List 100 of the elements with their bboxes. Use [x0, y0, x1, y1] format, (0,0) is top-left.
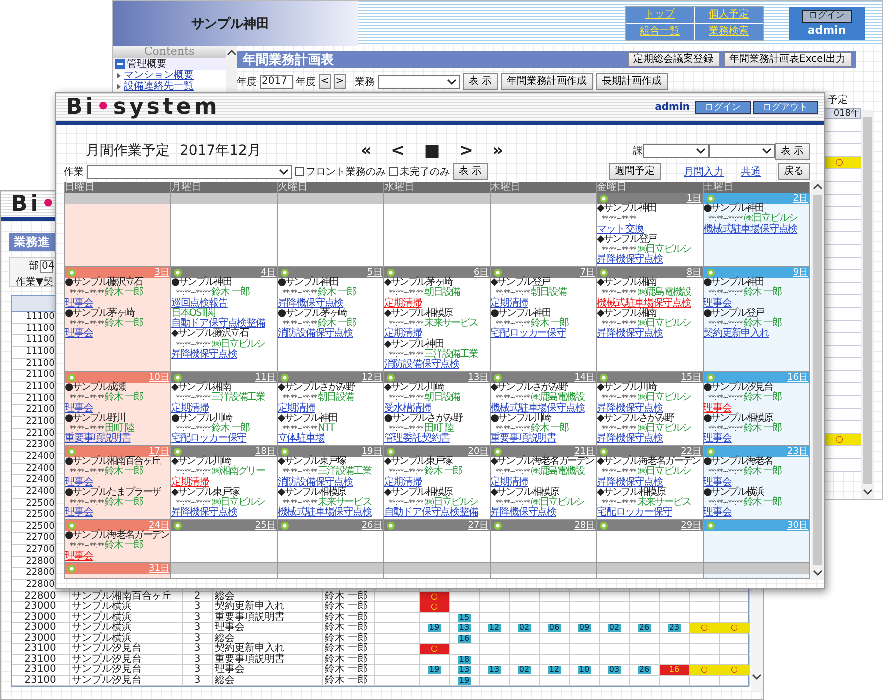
task-link[interactable]: 定期清掃 [171, 402, 210, 414]
date-link[interactable]: 19日 [362, 446, 382, 456]
task-link[interactable]: 定期清掃 [490, 476, 528, 488]
circle-icon[interactable] [494, 374, 502, 382]
date-link[interactable]: 14日 [574, 372, 596, 382]
task-link[interactable]: 受水槽清掃 [384, 402, 432, 414]
task-link[interactable]: 契約更新申入れ [704, 328, 770, 340]
next-button[interactable]: > [459, 141, 474, 161]
circle-icon[interactable] [600, 194, 608, 202]
circle-icon[interactable] [600, 448, 608, 456]
task-link[interactable]: 消防設備保守点検 [384, 359, 460, 370]
circle-icon[interactable] [174, 268, 182, 276]
collapse-icon[interactable] [115, 59, 125, 69]
task-link[interactable]: 昇降機保守点検 [597, 402, 663, 414]
back-button[interactable]: 戻る [778, 163, 810, 180]
chevron-down-icon[interactable] [862, 488, 872, 496]
date-link[interactable]: 7日 [580, 268, 596, 278]
task-link[interactable]: 定期清掃 [171, 476, 210, 488]
task-link[interactable]: 理事会 [65, 298, 94, 309]
date-link[interactable]: 22日 [681, 446, 702, 456]
show-button[interactable]: 表 示 [774, 142, 810, 160]
task-link[interactable]: 消防設備保守点検 [278, 476, 354, 488]
task-link[interactable]: 理事会 [704, 507, 732, 518]
circle-icon[interactable] [706, 194, 715, 202]
chevron-up-icon[interactable] [226, 49, 236, 57]
circle-icon[interactable] [68, 374, 76, 382]
chevron-down-icon[interactable] [812, 569, 822, 577]
date-link[interactable]: 11日 [255, 372, 276, 382]
task-link[interactable]: 理事会 [704, 476, 732, 488]
circle-icon[interactable] [387, 522, 396, 530]
circle-icon[interactable] [387, 448, 396, 456]
current-button[interactable]: ■ [424, 141, 440, 161]
circle-icon[interactable] [494, 522, 502, 530]
date-link[interactable]: 12日 [362, 372, 382, 382]
chevron-down-icon[interactable] [752, 673, 762, 681]
task-link[interactable]: 機械式駐車場保守点検 [597, 298, 692, 309]
show-button[interactable]: 表 示 [463, 73, 498, 90]
previous-button[interactable]: < [390, 141, 406, 161]
action-button[interactable]: 長期計画作成 [596, 73, 668, 90]
first-button[interactable]: « [361, 141, 372, 161]
task-link[interactable]: 昇降機保守点検 [171, 349, 238, 360]
circle-icon[interactable] [600, 268, 608, 276]
date-link[interactable]: 18日 [255, 446, 276, 456]
task-link[interactable]: 定期清掃 [278, 402, 316, 414]
task-link[interactable]: 定期清掃 [384, 328, 422, 340]
task-link[interactable]: 理事会 [704, 298, 732, 309]
task-link[interactable]: 管理委託契約書 [384, 433, 450, 444]
task-link[interactable]: 理事会 [704, 433, 732, 444]
circle-icon[interactable] [68, 268, 76, 276]
filter-button[interactable]: 表 示 [453, 163, 488, 180]
task-link[interactable]: 宅配ロッカー保守 [171, 433, 247, 444]
task-link[interactable]: 昇降機保守点検 [597, 254, 663, 266]
date-link[interactable]: 20日 [468, 446, 489, 456]
task-link[interactable]: 定期清掃 [384, 298, 422, 309]
circle-icon[interactable] [600, 374, 608, 382]
task-link[interactable]: 巡回点検報告 [171, 298, 228, 309]
task-link[interactable]: 立体駐車場 [278, 433, 325, 444]
toolbar-button[interactable]: 年間業務計画表Excel出力 [724, 52, 852, 67]
task-link[interactable]: 機械式駐車場保守点検 [278, 507, 372, 518]
task-link[interactable]: 機械式駐車場保守点検 [490, 402, 585, 414]
date-link[interactable]: 28日 [574, 520, 596, 530]
year-input[interactable]: 2017 [260, 74, 293, 88]
circle-icon[interactable] [387, 374, 396, 382]
date-link[interactable]: 25日 [255, 520, 276, 530]
nav-link[interactable]: 月間入力 [684, 164, 724, 178]
task-link[interactable]: 自動ドア保守点検整備 [384, 507, 478, 518]
task-link[interactable]: 昇降機保守点検 [597, 476, 663, 488]
circle-icon[interactable] [68, 448, 76, 456]
circle-icon[interactable] [280, 374, 289, 382]
toolbar-button[interactable]: 定期総会議案登録 [628, 52, 720, 67]
circle-icon[interactable] [706, 522, 715, 530]
task-dropdown[interactable] [87, 164, 292, 178]
checkbox[interactable] [295, 167, 304, 176]
task-link[interactable]: 重要事項説明書 [490, 433, 557, 444]
circle-icon[interactable] [706, 448, 715, 456]
date-link[interactable]: 5日 [368, 268, 382, 278]
task-link[interactable]: 宅配ロッカー保守 [490, 328, 566, 340]
weekly-button[interactable]: 週間予定 [609, 163, 661, 180]
circle-icon[interactable] [68, 564, 76, 572]
previous-button[interactable]: < [319, 74, 331, 89]
date-link[interactable]: 27日 [468, 520, 489, 530]
task-link[interactable]: 消防設備保守点検 [278, 328, 354, 340]
section-dropdown[interactable] [708, 144, 775, 158]
date-link[interactable]: 4日 [261, 268, 276, 278]
task-link[interactable]: 昇降機保守点検 [490, 507, 557, 518]
last-button[interactable]: » [492, 141, 504, 161]
task-link[interactable]: 昇降機保守点検 [171, 507, 238, 518]
task-link[interactable]: 定期清掃 [490, 298, 528, 309]
date-link[interactable]: 6日 [474, 268, 489, 278]
task-link[interactable]: 昇降機保守点検 [278, 298, 344, 309]
action-button[interactable]: 年間業務計画作成 [501, 73, 594, 90]
checkbox[interactable] [389, 167, 398, 176]
circle-icon[interactable] [68, 522, 76, 530]
nav-link[interactable]: 共通 [741, 164, 761, 178]
next-button[interactable]: > [334, 74, 346, 89]
task-link[interactable]: 昇降機保守点検 [597, 328, 663, 340]
circle-icon[interactable] [494, 268, 502, 276]
sidebar-link[interactable]: マンション概要 [124, 70, 194, 81]
sort-label[interactable]: 作業▼契 [16, 275, 54, 289]
date-link[interactable]: 21日 [574, 446, 596, 456]
